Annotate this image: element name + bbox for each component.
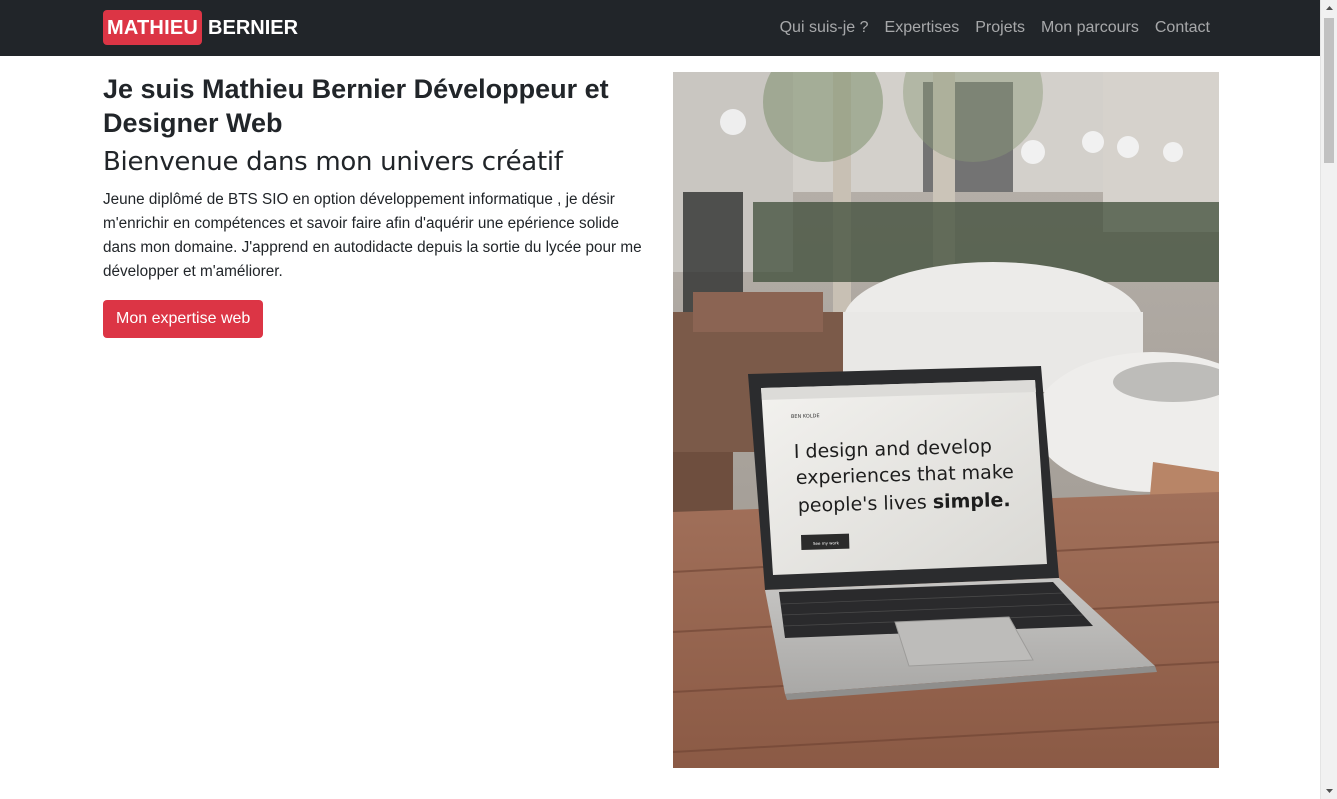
brand-last-name: BERNIER	[208, 16, 299, 39]
brand-logo[interactable]: MATHIEU BERNIER	[103, 10, 298, 45]
brand-first-name: MATHIEU	[103, 10, 203, 45]
hero-photo: BEN KOLDE I design and develop experienc…	[673, 72, 1219, 768]
page-scrollbar[interactable]	[1320, 0, 1337, 799]
nav-link-projects[interactable]: Projets	[975, 19, 1025, 37]
nav-link-about[interactable]: Qui suis-je ?	[780, 19, 869, 37]
screen-button: See my work	[813, 540, 840, 546]
hero-title: Je suis Mathieu Bernier Développeur et D…	[103, 74, 609, 138]
scroll-up-arrow-icon[interactable]	[1321, 0, 1337, 17]
scroll-down-arrow-icon[interactable]	[1321, 782, 1337, 799]
expertise-button[interactable]: Mon expertise web	[103, 300, 264, 338]
nav-menu: Qui suis-je ? Expertises Projets Mon par…	[764, 0, 1210, 56]
nav-link-career[interactable]: Mon parcours	[1041, 19, 1139, 37]
nav-link-contact[interactable]: Contact	[1155, 19, 1210, 37]
screen-logo: BEN KOLDE	[791, 413, 820, 420]
hero-description: Jeune diplômé de BTS SIO en option dével…	[103, 191, 642, 280]
navbar: MATHIEU BERNIER Qui suis-je ? Expertises…	[0, 0, 1320, 56]
nav-link-expertises[interactable]: Expertises	[885, 19, 960, 37]
scrollbar-thumb[interactable]	[1324, 18, 1334, 163]
hero-section: Je suis Mathieu Bernier Développeur et D…	[103, 72, 651, 338]
hero-subtitle: Bienvenue dans mon univers créatif	[103, 147, 563, 177]
